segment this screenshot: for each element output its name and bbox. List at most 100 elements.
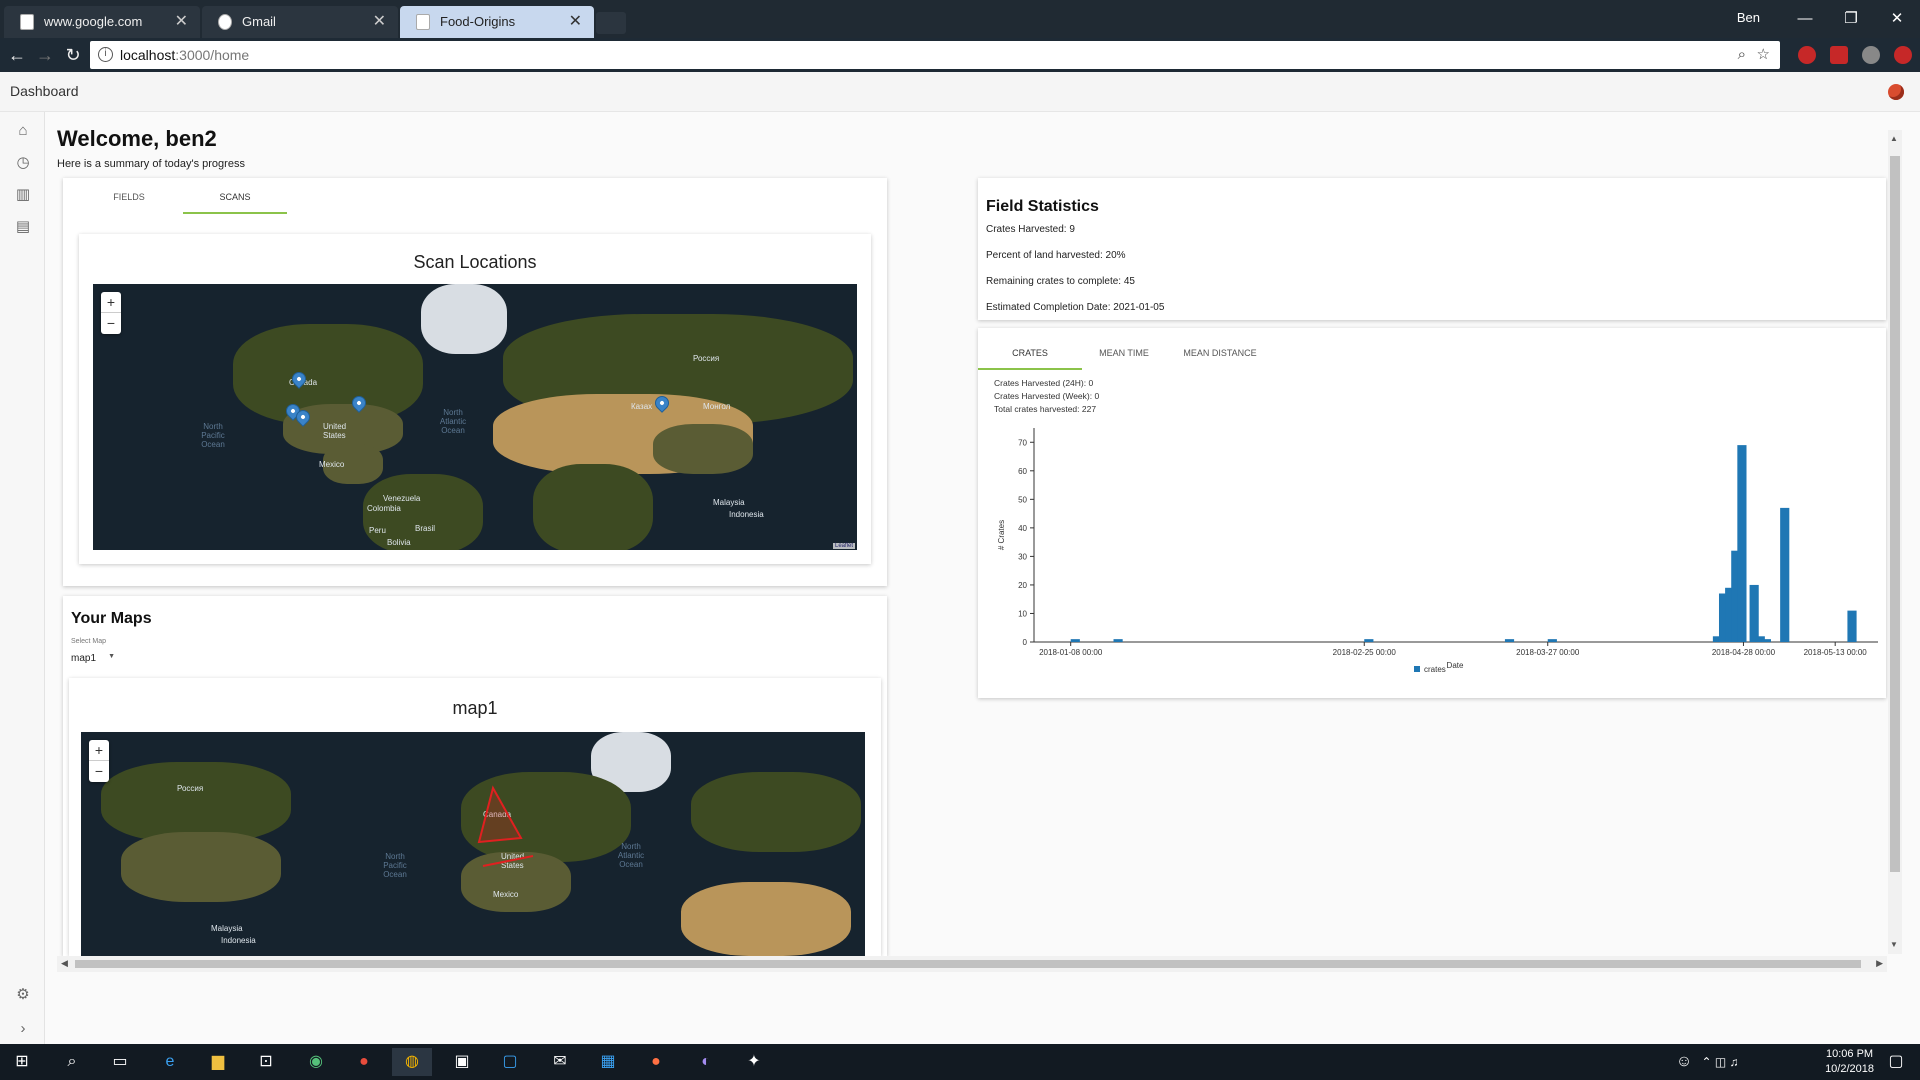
browser-tab-bar: www.google.com ✕ Gmail ✕ Food-Origins ✕ … (0, 0, 1920, 38)
field-polygon-overlay[interactable] (81, 732, 865, 956)
legend-label: crates (1424, 665, 1446, 674)
app-logo-icon[interactable] (1888, 84, 1904, 100)
tab-scans[interactable]: SCANS (183, 182, 287, 214)
y-tick-label: 70 (1018, 438, 1027, 447)
system-clock[interactable]: 10:06 PM 10/2/2018 (1825, 1047, 1874, 1077)
tab-mean-time[interactable]: MEAN TIME (1072, 338, 1176, 368)
tab-mean-distance[interactable]: MEAN DISTANCE (1168, 338, 1272, 368)
home-icon[interactable]: ⌂ (14, 122, 32, 140)
tab-food-origins[interactable]: Food-Origins ✕ (400, 6, 594, 38)
extension-icon[interactable] (1862, 46, 1880, 64)
search-icon[interactable]: ⌕ (1738, 41, 1746, 69)
label-north-atlantic: North Atlantic Ocean (439, 408, 467, 435)
restore-icon[interactable]: ❐ (1828, 0, 1874, 38)
label-north-pacific: North Pacific Ocean (201, 422, 225, 449)
horizontal-scrollbar[interactable]: ◀ ▶ (57, 956, 1887, 972)
profile-name[interactable]: Ben (1737, 10, 1760, 25)
app-icon[interactable]: ▦ (588, 1048, 628, 1076)
zoom-out-button[interactable]: − (89, 761, 109, 781)
close-window-icon[interactable]: ✕ (1874, 0, 1920, 38)
app-icon[interactable]: ▢ (490, 1048, 530, 1076)
label-mexico: Mexico (319, 460, 345, 469)
tab-google[interactable]: www.google.com ✕ (4, 6, 200, 38)
extension-icon[interactable] (1830, 46, 1848, 64)
crates-total: Total crates harvested: 227 (994, 404, 1097, 414)
extension-icon[interactable] (1798, 46, 1816, 64)
eclipse-icon[interactable]: ◐ (686, 1048, 726, 1076)
minimize-icon[interactable]: — (1782, 0, 1828, 38)
reload-icon[interactable]: ↻ (58, 38, 88, 72)
extension-icon[interactable] (1894, 46, 1912, 64)
address-bar[interactable]: i localhost:3000/home ⌕ ☆ (90, 41, 1780, 69)
chart-bar (1761, 639, 1771, 642)
terminal-icon[interactable]: ▣ (442, 1048, 482, 1076)
field-triangle[interactable] (477, 785, 523, 844)
edge-icon[interactable]: e (150, 1048, 190, 1076)
map-attribution[interactable]: Leaflet (832, 543, 855, 549)
close-icon[interactable]: ✕ (175, 6, 188, 38)
url-host: localhost (120, 47, 176, 63)
search-icon[interactable]: ⌕ (52, 1048, 92, 1076)
app-icon[interactable]: ● (344, 1048, 384, 1076)
scan-locations-map[interactable]: Canada United States Mexico Россия Казах… (93, 284, 857, 550)
horizontal-scroll-thumb[interactable] (75, 960, 1861, 968)
y-tick-label: 0 (1023, 638, 1028, 647)
table-icon[interactable]: ▤ (14, 218, 32, 236)
app-icon[interactable]: ✦ (734, 1048, 774, 1076)
label-mongolia: Монгол (703, 402, 731, 411)
scroll-left-icon[interactable]: ◀ (61, 958, 68, 969)
mail-icon[interactable]: ✉ (540, 1048, 580, 1076)
x-tick-label: 2018-03-27 00:00 (1516, 648, 1580, 657)
expand-chevron-icon[interactable]: › (14, 1020, 32, 1038)
scan-card-tabs: FIELDS SCANS (77, 182, 337, 214)
tab-gmail[interactable]: Gmail ✕ (202, 6, 398, 38)
app-icon[interactable]: ◉ (296, 1048, 336, 1076)
zoom-out-button[interactable]: − (101, 313, 121, 333)
tab-crates[interactable]: CRATES (978, 338, 1082, 370)
bookmark-star-icon[interactable]: ☆ (1757, 41, 1770, 69)
zoom-in-button[interactable]: + (101, 292, 121, 313)
map-select[interactable]: map1 ▼ (71, 653, 119, 664)
clock-time: 10:06 PM (1825, 1048, 1874, 1060)
windows-start-icon[interactable]: ⊞ (2, 1048, 42, 1076)
crates-24h: Crates Harvested (24H): 0 (994, 378, 1094, 388)
back-icon[interactable]: ← (2, 38, 32, 72)
close-icon[interactable]: ✕ (569, 6, 582, 38)
notifications-icon[interactable]: ▢ (1876, 1048, 1916, 1076)
scroll-down-icon[interactable]: ▼ (1890, 940, 1898, 949)
y-tick-label: 60 (1018, 467, 1027, 476)
greenland (421, 284, 507, 354)
forward-icon[interactable]: → (30, 38, 60, 72)
chrome-icon[interactable]: ◍ (392, 1048, 432, 1076)
info-icon[interactable]: i (98, 47, 113, 62)
y-tick-label: 30 (1018, 552, 1027, 561)
y-tick-label: 50 (1018, 495, 1027, 504)
tab-fields[interactable]: FIELDS (77, 182, 181, 212)
store-icon[interactable]: ⊡ (246, 1048, 286, 1076)
label-colombia: Colombia (367, 504, 401, 513)
new-tab-button[interactable] (596, 12, 626, 34)
close-icon[interactable]: ✕ (373, 6, 386, 38)
app-header: Dashboard (0, 72, 1920, 112)
map-icon[interactable]: ▥ (14, 186, 32, 204)
label-peru: Peru (369, 526, 386, 535)
clock-icon[interactable]: ◷ (14, 154, 32, 172)
scroll-right-icon[interactable]: ▶ (1876, 958, 1883, 969)
label-russia: Россия (693, 354, 720, 363)
people-icon[interactable]: ☺ (1664, 1048, 1704, 1076)
field-line[interactable] (482, 855, 534, 867)
gear-icon[interactable]: ⚙ (14, 986, 32, 1004)
vertical-scroll-thumb[interactable] (1890, 156, 1900, 872)
map1-map[interactable]: Россия Canada United States Mexico Malay… (81, 732, 865, 956)
page-title: Welcome, ben2 (57, 126, 217, 151)
vertical-scrollbar[interactable]: ▲ ▼ (1888, 130, 1902, 954)
task-view-icon[interactable]: ▭ (100, 1048, 140, 1076)
scroll-up-icon[interactable]: ▲ (1890, 134, 1898, 143)
y-tick-label: 10 (1018, 609, 1027, 618)
file-explorer-icon[interactable]: ▆ (198, 1048, 238, 1076)
zoom-in-button[interactable]: + (89, 740, 109, 761)
postman-icon[interactable]: ● (636, 1048, 676, 1076)
tray-icons[interactable]: ⌃ ◫ ♫ ◔ (1700, 1048, 1740, 1076)
x-tick-label: 2018-01-08 00:00 (1039, 648, 1103, 657)
label-malaysia: Malaysia (713, 498, 745, 507)
